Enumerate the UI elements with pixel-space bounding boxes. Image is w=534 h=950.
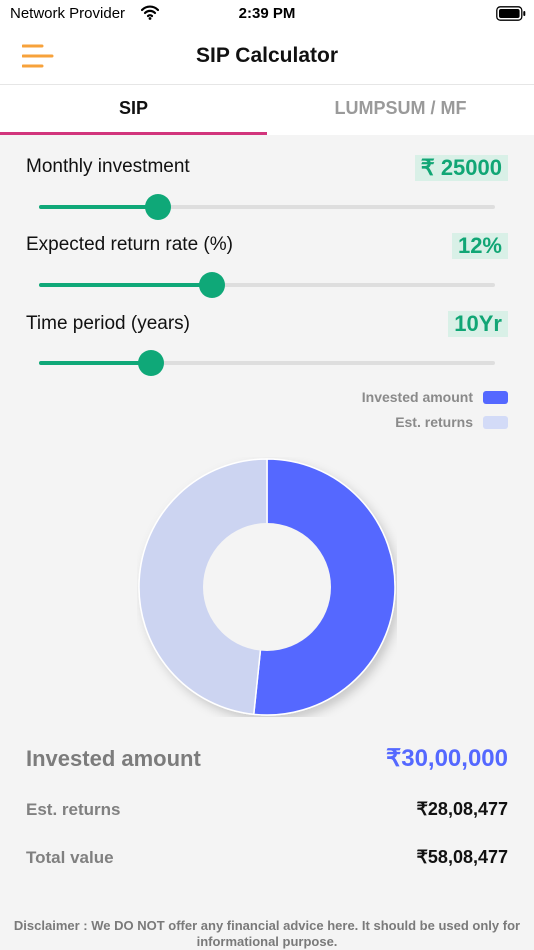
summary-invested-row: Invested amount ₹30,00,000 bbox=[26, 744, 508, 773]
summary-total-row: Total value ₹58,08,477 bbox=[26, 847, 508, 868]
legend-returns-label: Est. returns bbox=[395, 414, 473, 430]
monthly-investment-label: Monthly investment bbox=[26, 156, 190, 177]
slider-thumb[interactable] bbox=[144, 194, 171, 220]
legend-invested-label: Invested amount bbox=[361, 389, 473, 405]
summary-returns-value: ₹28,08,477 bbox=[416, 799, 508, 819]
legend-invested: Invested amount bbox=[362, 389, 508, 405]
disclaimer-text: Disclaimer : We DO NOT offer any financi… bbox=[13, 918, 521, 949]
battery-icon bbox=[496, 6, 526, 21]
summary-invested-label: Invested amount bbox=[26, 746, 201, 771]
calculator-tabs: SIP LUMPSUM / MF bbox=[0, 85, 534, 135]
monthly-investment-slider[interactable] bbox=[39, 194, 495, 220]
summary-total-value: ₹58,08,477 bbox=[416, 847, 508, 867]
summary-returns-row: Est. returns ₹28,08,477 bbox=[26, 799, 508, 820]
slider-thumb[interactable] bbox=[137, 350, 164, 376]
summary-invested-value: ₹30,00,000 bbox=[385, 745, 508, 772]
monthly-investment-value[interactable]: ₹ 25000 bbox=[414, 155, 508, 181]
return-rate-value[interactable]: 12% bbox=[451, 233, 508, 259]
slider-fill bbox=[39, 361, 151, 365]
summary-total-label: Total value bbox=[26, 848, 114, 867]
return-rate-label: Expected return rate (%) bbox=[26, 234, 233, 255]
legend-returns-swatch bbox=[483, 415, 508, 429]
page-title: SIP Calculator bbox=[196, 44, 338, 67]
status-bar: Network Provider 2:39 PM bbox=[0, 0, 534, 28]
time-period-label: Time period (years) bbox=[26, 313, 191, 334]
tab-lumpsum[interactable]: LUMPSUM / MF bbox=[267, 85, 534, 135]
time-period-value[interactable]: 10Yr bbox=[448, 311, 508, 337]
slider-fill bbox=[39, 205, 158, 209]
legend-returns: Est. returns bbox=[395, 414, 508, 430]
slider-fill bbox=[39, 283, 213, 287]
status-time: 2:39 PM bbox=[238, 5, 296, 22]
summary-returns-label: Est. returns bbox=[26, 800, 121, 819]
return-rate-slider[interactable] bbox=[39, 272, 495, 298]
app-header: SIP Calculator bbox=[0, 28, 534, 85]
investment-donut-chart bbox=[138, 458, 396, 716]
time-period-slider[interactable] bbox=[39, 350, 495, 376]
tab-sip[interactable]: SIP bbox=[0, 85, 267, 135]
donut-hole bbox=[203, 523, 331, 651]
slider-thumb[interactable] bbox=[199, 272, 226, 298]
legend-invested-swatch bbox=[483, 390, 508, 404]
hamburger-menu-icon[interactable] bbox=[22, 42, 54, 70]
